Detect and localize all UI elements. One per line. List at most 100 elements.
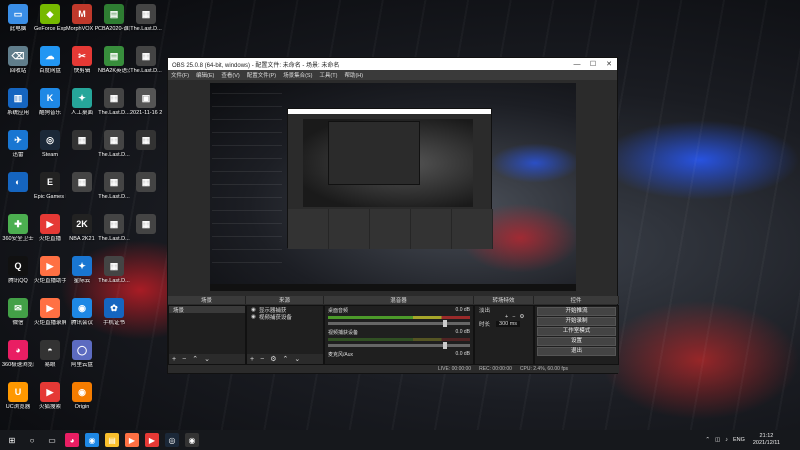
language-indicator[interactable]: ENG (733, 437, 745, 443)
scene-item[interactable]: 场景 (169, 306, 245, 314)
desktop-icon[interactable]: ✂ 快剪辑 (66, 46, 98, 74)
desktop-icon[interactable]: ◆ GeForce Experience (34, 4, 66, 32)
network-icon[interactable]: ◫ (715, 437, 720, 443)
menu-profile[interactable]: 配置文件(P) (247, 71, 276, 79)
volume-icon[interactable]: ♪ (725, 437, 728, 443)
move-up-icon[interactable]: ⌃ (282, 355, 288, 363)
desktop-icon[interactable]: ▦ (130, 214, 162, 236)
gear-icon[interactable]: ⚙ (519, 314, 524, 320)
live-status: LIVE: 00:00:00 (438, 366, 472, 372)
slider-knob[interactable] (443, 342, 447, 349)
desktop-icon[interactable]: ✉ 微信 (2, 298, 34, 326)
taskbar-app-icon[interactable]: ▶ (145, 433, 159, 447)
desktop-icon[interactable]: ◐ (2, 172, 34, 194)
start-recording-button[interactable]: 开始录制 (537, 317, 616, 326)
exit-button[interactable]: 退出 (537, 347, 616, 356)
taskbar-app-icon[interactable]: ▶ (125, 433, 139, 447)
chevron-up-icon[interactable]: ⌃ (705, 437, 710, 443)
desktop-icon[interactable]: ▦ (130, 172, 162, 194)
desktop-icon[interactable]: ✦ 星际云 (66, 256, 98, 284)
transition-type[interactable]: 淡出 (475, 306, 533, 314)
move-down-icon[interactable]: ⌄ (204, 355, 210, 363)
menu-file[interactable]: 文件(F) (171, 71, 189, 79)
desktop-icon[interactable]: ◎ Steam (34, 130, 66, 158)
desktop-icon[interactable]: ▦ The.Last.D... (98, 172, 130, 200)
gear-icon[interactable]: ⚙ (270, 355, 276, 363)
taskbar-app-icon[interactable]: ▭ (45, 433, 59, 447)
taskbar-app-icon[interactable]: ◎ (165, 433, 179, 447)
desktop-icon[interactable]: ▦ (130, 130, 162, 152)
volume-slider[interactable] (328, 342, 470, 349)
desktop-icon[interactable]: ▦ (66, 130, 98, 152)
desktop-icon[interactable]: ⌫ 回收站 (2, 46, 34, 74)
desktop-icon[interactable]: ▤ CBA2020-谁家HAGL... (98, 4, 130, 32)
obs-window[interactable]: OBS 25.0.8 (64-bit, windows) - 配置文件: 未命名… (167, 57, 619, 374)
menu-view[interactable]: 查看(V) (221, 71, 239, 79)
desktop-icon[interactable]: ◉ Origin (66, 382, 98, 410)
add-icon[interactable]: + (172, 356, 176, 363)
clock[interactable]: 21:12 2021/12/11 (753, 433, 780, 447)
desktop-icon[interactable]: ☁ 百度网盘 (34, 46, 66, 74)
desktop-icon[interactable]: ▦ The.Last.D... (130, 4, 162, 32)
search-icon[interactable]: ○ (25, 433, 39, 447)
remove-icon[interactable]: − (182, 356, 186, 363)
desktop-icon[interactable]: Q 腾讯QQ (2, 256, 34, 284)
menu-tools[interactable]: 工具(T) (319, 71, 337, 79)
source-item[interactable]: ◉ 视频捕获设备 (247, 313, 323, 321)
eye-icon[interactable]: ◉ (251, 314, 256, 320)
desktop-icon[interactable]: ✿ 手机证书 (98, 298, 130, 326)
remove-icon[interactable]: − (260, 356, 264, 363)
start-icon[interactable]: ⊞ (5, 433, 19, 447)
taskbar-app-icon[interactable]: ▤ (105, 433, 119, 447)
obs-preview[interactable] (210, 83, 576, 291)
desktop-icon[interactable]: ▦ The.Last.D... (130, 46, 162, 74)
move-up-icon[interactable]: ⌃ (192, 355, 198, 363)
volume-slider[interactable] (328, 320, 470, 327)
desktop-icon[interactable]: K 酷狗音乐 (34, 88, 66, 116)
desktop-icon[interactable]: ✚ 360安全卫士 (2, 214, 34, 242)
desktop-icon[interactable]: ▶ 火狐搜索 (34, 382, 66, 410)
desktop-icon[interactable]: E Epic Games Launcher (34, 172, 66, 200)
desktop-icon[interactable]: 2K NBA 2K21 (66, 214, 98, 242)
taskbar-app-icon[interactable]: ◕ (65, 433, 79, 447)
add-icon[interactable]: + (250, 356, 254, 363)
menu-help[interactable]: 帮助(H) (344, 71, 363, 79)
desktop-icon[interactable]: ▤ NBA2K英语汉体辅助器 (98, 46, 130, 74)
desktop-icon[interactable]: ▣ 2021-11-16 20-04-532... (130, 88, 162, 116)
menu-edit[interactable]: 编辑(E) (196, 71, 214, 79)
desktop-icon[interactable]: ▶ 火炬直播录屏 (34, 298, 66, 326)
minimize-icon[interactable]: — (569, 61, 585, 68)
desktop-icon[interactable]: ▶ 火炬直播助手 (34, 256, 66, 284)
close-icon[interactable]: ✕ (601, 60, 617, 68)
desktop-icon[interactable]: ✦ 人工桌面 (66, 88, 98, 116)
desktop-icon[interactable]: ▦ (66, 172, 98, 194)
maximize-icon[interactable]: ☐ (585, 60, 601, 68)
desktop-icon[interactable]: ▭ 此电脑 (2, 4, 34, 32)
move-down-icon[interactable]: ⌄ (294, 355, 300, 363)
duration-input[interactable]: 300 ms (496, 320, 521, 327)
obs-titlebar[interactable]: OBS 25.0.8 (64-bit, windows) - 配置文件: 未命名… (168, 58, 617, 70)
desktop-icon[interactable]: ▦ The.Last.D... (98, 130, 130, 158)
desktop-icon[interactable]: M MorphVOX Pro (66, 4, 98, 32)
desktop-icon[interactable]: U UC浏览器 (2, 382, 34, 410)
desktop-icon[interactable]: ◯ 阿里云盘 (66, 340, 98, 368)
settings-button[interactable]: 设置 (537, 337, 616, 346)
desktop-icon[interactable]: ▶ 火炬直播 (34, 214, 66, 242)
taskbar-app-icon[interactable]: ◉ (185, 433, 199, 447)
desktop-icon[interactable]: ◉ 腾讯会议 (66, 298, 98, 326)
desktop-icon[interactable]: ✈ 迅雷 (2, 130, 34, 158)
desktop-icon[interactable]: ▥ 系统应用 (2, 88, 34, 116)
taskbar-app-icon[interactable]: ◉ (85, 433, 99, 447)
desktop-icon[interactable]: ▦ The.Last.D... (98, 256, 130, 284)
desktop-icon[interactable]: ▦ The.Last.D... (98, 214, 130, 242)
start-streaming-button[interactable]: 开始推流 (537, 307, 616, 316)
remove-icon[interactable]: − (512, 314, 515, 320)
desktop-icon[interactable]: ◓ 易眼 (34, 340, 66, 368)
menu-scene-collection[interactable]: 场景集合(S) (283, 71, 312, 79)
eye-icon[interactable]: ◉ (251, 307, 256, 313)
desktop-icon[interactable]: ▦ The.Last.D... (98, 88, 130, 116)
slider-knob[interactable] (443, 320, 447, 327)
studio-mode-button[interactable]: 工作室模式 (537, 327, 616, 336)
add-icon[interactable]: + (505, 314, 508, 320)
desktop-icon[interactable]: ◕ 360极速浏览器 (2, 340, 34, 368)
